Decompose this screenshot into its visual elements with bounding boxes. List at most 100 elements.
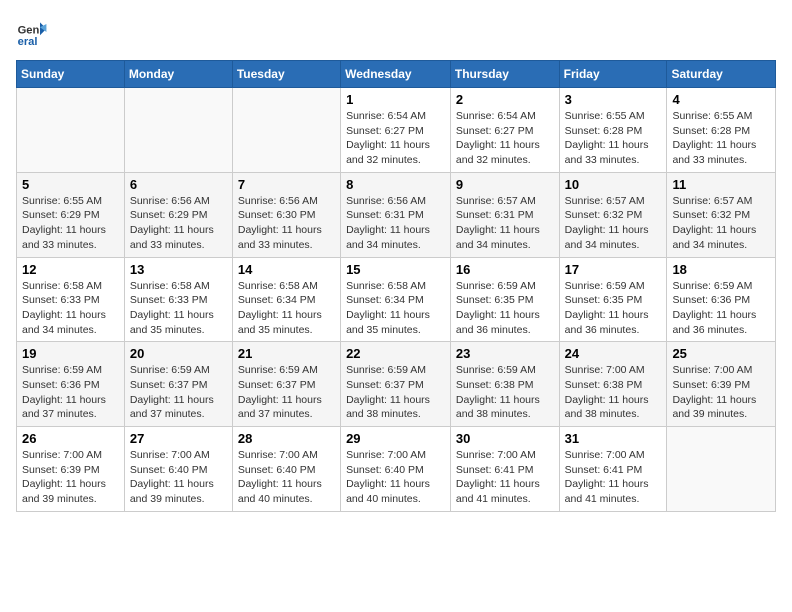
day-number: 6 xyxy=(130,177,227,192)
day-number: 11 xyxy=(672,177,770,192)
day-info: Sunrise: 6:54 AM Sunset: 6:27 PM Dayligh… xyxy=(346,109,445,168)
calendar-cell: 24 Sunrise: 7:00 AM Sunset: 6:38 PM Dayli… xyxy=(559,342,667,427)
calendar-table: SundayMondayTuesdayWednesdayThursdayFrid… xyxy=(16,60,776,512)
day-number: 27 xyxy=(130,431,227,446)
day-number: 2 xyxy=(456,92,554,107)
calendar-cell: 9 Sunrise: 6:57 AM Sunset: 6:31 PM Daylig… xyxy=(450,172,559,257)
day-info: Sunrise: 6:59 AM Sunset: 6:36 PM Dayligh… xyxy=(22,363,119,422)
day-number: 13 xyxy=(130,262,227,277)
calendar-week-row: 12 Sunrise: 6:58 AM Sunset: 6:33 PM Dayli… xyxy=(17,257,776,342)
day-info: Sunrise: 6:57 AM Sunset: 6:32 PM Dayligh… xyxy=(672,194,770,253)
calendar-cell: 29Sunrise: 7:00 AM Sunset: 6:40 PM Dayli… xyxy=(341,427,451,512)
calendar-cell: 25Sunrise: 7:00 AM Sunset: 6:39 PM Dayli… xyxy=(667,342,776,427)
day-number: 9 xyxy=(456,177,554,192)
calendar-cell: 19 Sunrise: 6:59 AM Sunset: 6:36 PM Dayli… xyxy=(17,342,125,427)
calendar-cell: 5Sunrise: 6:55 AM Sunset: 6:29 PM Daylig… xyxy=(17,172,125,257)
calendar-cell: 28 Sunrise: 7:00 AM Sunset: 6:40 PM Dayli… xyxy=(232,427,340,512)
calendar-cell: 6Sunrise: 6:56 AM Sunset: 6:29 PM Daylig… xyxy=(124,172,232,257)
calendar-cell xyxy=(17,88,125,173)
day-info: Sunrise: 6:59 AM Sunset: 6:35 PM Dayligh… xyxy=(456,279,554,338)
day-info: Sunrise: 6:58 AM Sunset: 6:34 PM Dayligh… xyxy=(238,279,335,338)
day-number: 26 xyxy=(22,431,119,446)
calendar-cell: 10 Sunrise: 6:57 AM Sunset: 6:32 PM Dayli… xyxy=(559,172,667,257)
day-info: Sunrise: 7:00 AM Sunset: 6:38 PM Dayligh… xyxy=(565,363,662,422)
calendar-cell: 1 Sunrise: 6:54 AM Sunset: 6:27 PM Daylig… xyxy=(341,88,451,173)
calendar-cell: 22Sunrise: 6:59 AM Sunset: 6:37 PM Dayli… xyxy=(341,342,451,427)
day-number: 8 xyxy=(346,177,445,192)
day-info: Sunrise: 7:00 AM Sunset: 6:39 PM Dayligh… xyxy=(672,363,770,422)
day-number: 10 xyxy=(565,177,662,192)
day-info: Sunrise: 6:54 AM Sunset: 6:27 PM Dayligh… xyxy=(456,109,554,168)
day-number: 22 xyxy=(346,346,445,361)
day-info: Sunrise: 6:59 AM Sunset: 6:35 PM Dayligh… xyxy=(565,279,662,338)
day-info: Sunrise: 6:57 AM Sunset: 6:32 PM Dayligh… xyxy=(565,194,662,253)
calendar-cell: 8 Sunrise: 6:56 AM Sunset: 6:31 PM Daylig… xyxy=(341,172,451,257)
day-number: 1 xyxy=(346,92,445,107)
day-info: Sunrise: 6:59 AM Sunset: 6:37 PM Dayligh… xyxy=(130,363,227,422)
page-header: Gen eral xyxy=(16,16,776,48)
calendar-cell: 16 Sunrise: 6:59 AM Sunset: 6:35 PM Dayli… xyxy=(450,257,559,342)
calendar-cell: 2 Sunrise: 6:54 AM Sunset: 6:27 PM Daylig… xyxy=(450,88,559,173)
day-number: 16 xyxy=(456,262,554,277)
calendar-cell xyxy=(667,427,776,512)
calendar-cell xyxy=(124,88,232,173)
day-number: 23 xyxy=(456,346,554,361)
day-number: 4 xyxy=(672,92,770,107)
calendar-cell: 4 Sunrise: 6:55 AM Sunset: 6:28 PM Daylig… xyxy=(667,88,776,173)
calendar-cell: 26Sunrise: 7:00 AM Sunset: 6:39 PM Dayli… xyxy=(17,427,125,512)
calendar-cell: 12 Sunrise: 6:58 AM Sunset: 6:33 PM Dayli… xyxy=(17,257,125,342)
day-info: Sunrise: 6:59 AM Sunset: 6:37 PM Dayligh… xyxy=(238,363,335,422)
day-info: Sunrise: 6:55 AM Sunset: 6:28 PM Dayligh… xyxy=(672,109,770,168)
day-number: 20 xyxy=(130,346,227,361)
day-number: 30 xyxy=(456,431,554,446)
day-info: Sunrise: 6:59 AM Sunset: 6:36 PM Dayligh… xyxy=(672,279,770,338)
col-header-saturday: Saturday xyxy=(667,61,776,88)
day-number: 17 xyxy=(565,262,662,277)
day-number: 24 xyxy=(565,346,662,361)
day-info: Sunrise: 6:58 AM Sunset: 6:34 PM Dayligh… xyxy=(346,279,445,338)
calendar-cell: 17 Sunrise: 6:59 AM Sunset: 6:35 PM Dayli… xyxy=(559,257,667,342)
calendar-cell: 15 Sunrise: 6:58 AM Sunset: 6:34 PM Dayli… xyxy=(341,257,451,342)
day-info: Sunrise: 6:58 AM Sunset: 6:33 PM Dayligh… xyxy=(130,279,227,338)
calendar-cell: 3Sunrise: 6:55 AM Sunset: 6:28 PM Daylig… xyxy=(559,88,667,173)
day-info: Sunrise: 6:57 AM Sunset: 6:31 PM Dayligh… xyxy=(456,194,554,253)
logo: Gen eral xyxy=(16,16,52,48)
calendar-week-row: 26Sunrise: 7:00 AM Sunset: 6:39 PM Dayli… xyxy=(17,427,776,512)
day-number: 19 xyxy=(22,346,119,361)
logo-icon: Gen eral xyxy=(16,16,48,48)
day-info: Sunrise: 6:56 AM Sunset: 6:30 PM Dayligh… xyxy=(238,194,335,253)
calendar-week-row: 1 Sunrise: 6:54 AM Sunset: 6:27 PM Daylig… xyxy=(17,88,776,173)
day-info: Sunrise: 7:00 AM Sunset: 6:41 PM Dayligh… xyxy=(456,448,554,507)
day-info: Sunrise: 6:56 AM Sunset: 6:31 PM Dayligh… xyxy=(346,194,445,253)
col-header-tuesday: Tuesday xyxy=(232,61,340,88)
calendar-cell: 18 Sunrise: 6:59 AM Sunset: 6:36 PM Dayli… xyxy=(667,257,776,342)
calendar-cell: 31 Sunrise: 7:00 AM Sunset: 6:41 PM Dayli… xyxy=(559,427,667,512)
col-header-monday: Monday xyxy=(124,61,232,88)
day-number: 14 xyxy=(238,262,335,277)
day-info: Sunrise: 7:00 AM Sunset: 6:40 PM Dayligh… xyxy=(238,448,335,507)
calendar-cell: 21Sunrise: 6:59 AM Sunset: 6:37 PM Dayli… xyxy=(232,342,340,427)
calendar-cell: 27 Sunrise: 7:00 AM Sunset: 6:40 PM Dayli… xyxy=(124,427,232,512)
day-info: Sunrise: 6:55 AM Sunset: 6:29 PM Dayligh… xyxy=(22,194,119,253)
calendar-week-row: 5Sunrise: 6:55 AM Sunset: 6:29 PM Daylig… xyxy=(17,172,776,257)
col-header-friday: Friday xyxy=(559,61,667,88)
day-info: Sunrise: 7:00 AM Sunset: 6:41 PM Dayligh… xyxy=(565,448,662,507)
calendar-cell: 30 Sunrise: 7:00 AM Sunset: 6:41 PM Dayli… xyxy=(450,427,559,512)
calendar-cell: 23 Sunrise: 6:59 AM Sunset: 6:38 PM Dayli… xyxy=(450,342,559,427)
svg-text:eral: eral xyxy=(18,36,38,48)
col-header-wednesday: Wednesday xyxy=(341,61,451,88)
svg-text:Gen: Gen xyxy=(18,25,40,37)
day-number: 15 xyxy=(346,262,445,277)
day-number: 31 xyxy=(565,431,662,446)
day-number: 28 xyxy=(238,431,335,446)
day-info: Sunrise: 7:00 AM Sunset: 6:40 PM Dayligh… xyxy=(346,448,445,507)
col-header-sunday: Sunday xyxy=(17,61,125,88)
calendar-week-row: 19 Sunrise: 6:59 AM Sunset: 6:36 PM Dayli… xyxy=(17,342,776,427)
day-info: Sunrise: 6:59 AM Sunset: 6:38 PM Dayligh… xyxy=(456,363,554,422)
day-info: Sunrise: 6:58 AM Sunset: 6:33 PM Dayligh… xyxy=(22,279,119,338)
calendar-cell: 7Sunrise: 6:56 AM Sunset: 6:30 PM Daylig… xyxy=(232,172,340,257)
calendar-cell: 14 Sunrise: 6:58 AM Sunset: 6:34 PM Dayli… xyxy=(232,257,340,342)
day-number: 12 xyxy=(22,262,119,277)
day-number: 18 xyxy=(672,262,770,277)
day-info: Sunrise: 7:00 AM Sunset: 6:40 PM Dayligh… xyxy=(130,448,227,507)
